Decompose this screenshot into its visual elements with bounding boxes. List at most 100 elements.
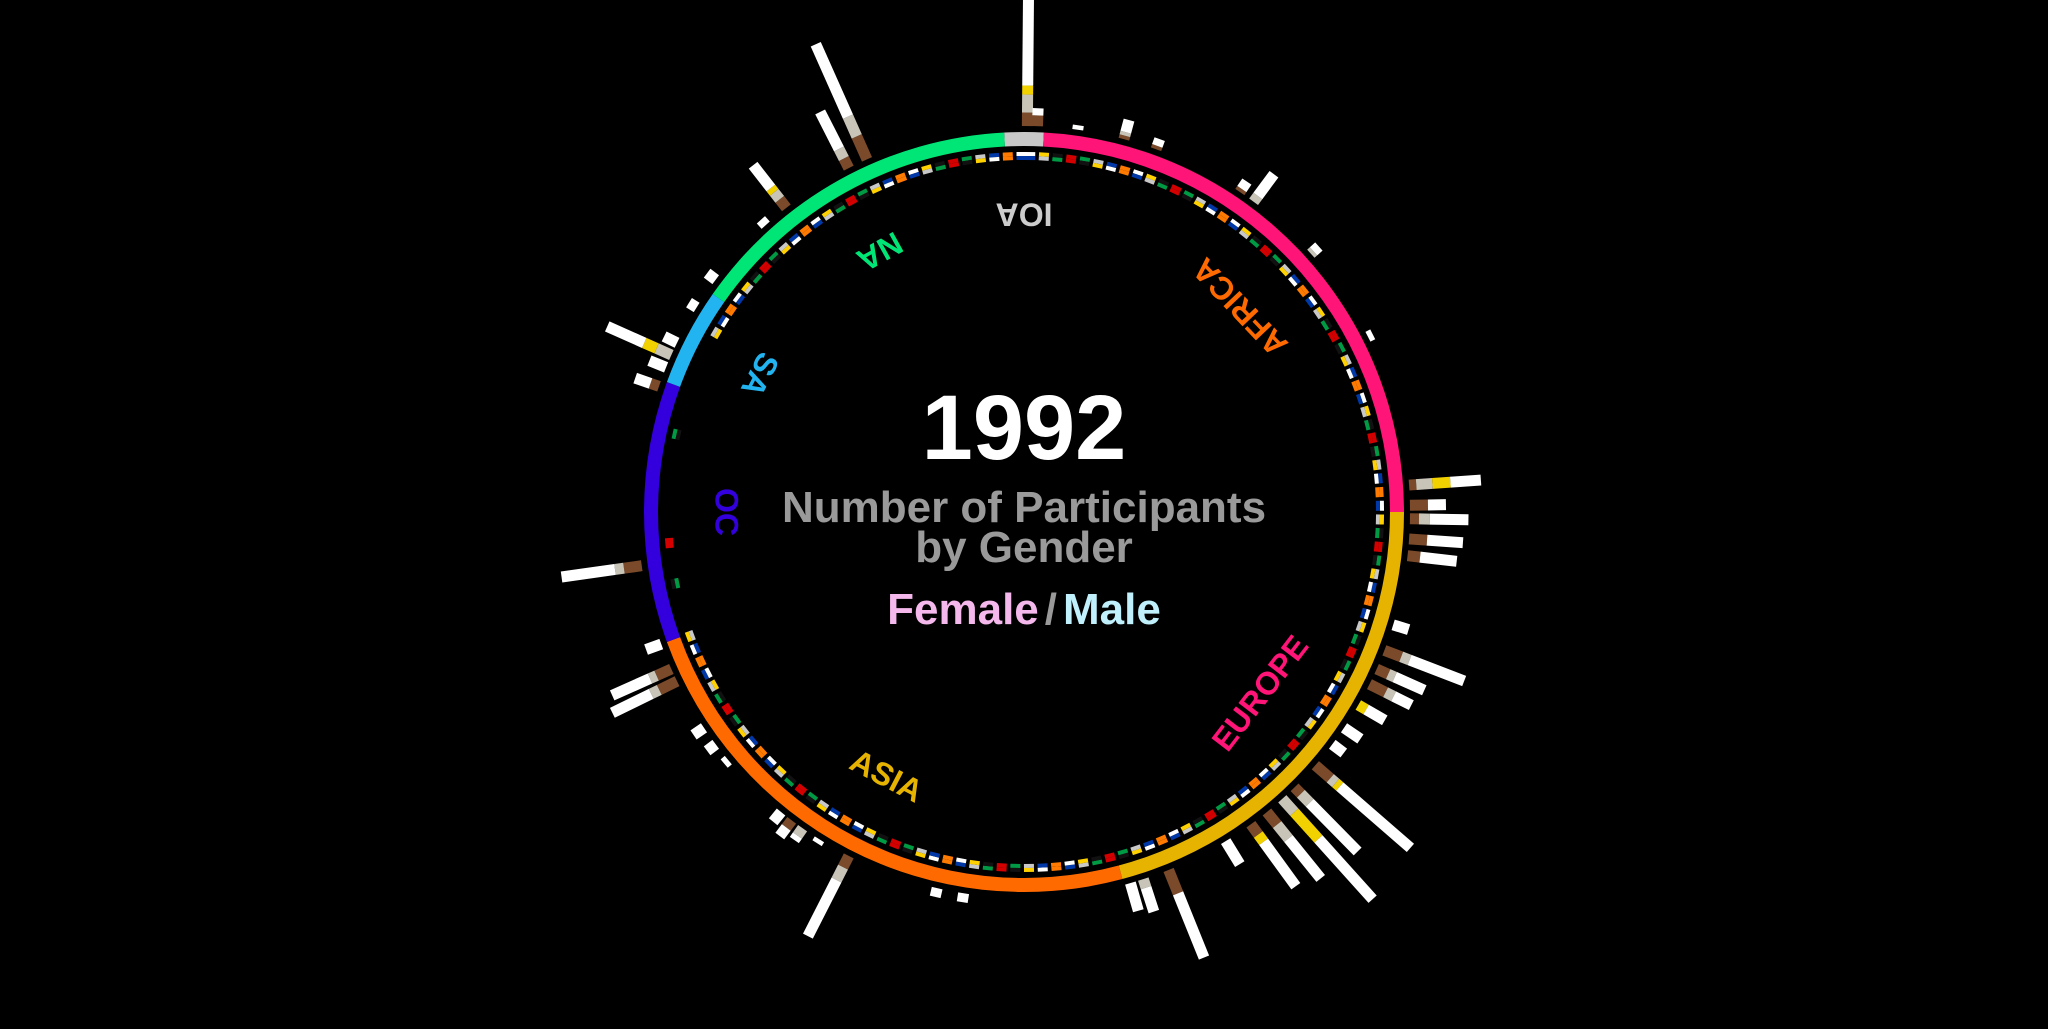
country-flag <box>1052 153 1063 163</box>
region-label-asia: ASIA <box>844 742 928 809</box>
country-flag <box>1305 295 1318 309</box>
country-flag <box>1156 178 1170 190</box>
country-bar <box>748 161 791 212</box>
gender-legend: Female / Male <box>624 588 1424 632</box>
bar-segment-participants <box>1032 108 1044 116</box>
country-flag <box>1023 863 1035 873</box>
bar-segment-participants <box>1022 0 1035 86</box>
country-flag <box>1320 318 1333 331</box>
country-flag <box>1025 151 1036 161</box>
country-flag <box>1226 793 1240 807</box>
country-flag <box>1077 858 1089 868</box>
country-bar <box>1150 137 1165 152</box>
country-flag <box>1118 165 1131 176</box>
country-bar <box>929 886 943 899</box>
legend-separator: / <box>1044 585 1058 634</box>
country-flag <box>1333 670 1346 684</box>
country-flag <box>707 679 720 692</box>
country-flag <box>1278 263 1292 277</box>
country-flag <box>1259 244 1273 258</box>
country-flag <box>1144 173 1157 185</box>
bar-segment-participants <box>703 739 720 756</box>
bar-segment-participants <box>815 109 844 152</box>
country-flag <box>928 851 941 862</box>
country-bar <box>1340 723 1364 744</box>
bar-segment-participants <box>1426 534 1464 549</box>
bar-segment-participants <box>605 321 647 348</box>
bar-segment-participants <box>1427 499 1447 511</box>
bar-segment-participants <box>1253 170 1279 200</box>
country-bar <box>1249 170 1279 205</box>
country-flag <box>1065 154 1077 164</box>
country-bar <box>1355 700 1388 726</box>
country-flag <box>1169 184 1182 196</box>
country-flag <box>1215 801 1229 814</box>
country-flag <box>758 261 772 274</box>
region-label-na: NA <box>851 225 909 279</box>
country-flag <box>996 862 1007 872</box>
country-bar <box>1220 838 1245 868</box>
country-flag <box>889 838 902 850</box>
country-flag <box>799 224 813 237</box>
country-bar <box>1307 242 1323 258</box>
country-flag <box>1326 682 1339 696</box>
bar-segment-bronze <box>851 134 873 162</box>
bar-segment-participants <box>812 836 825 847</box>
country-bar <box>1246 821 1301 890</box>
country-flag <box>1295 727 1309 741</box>
country-bar <box>703 739 720 756</box>
bar-segment-participants <box>1429 513 1469 526</box>
country-flag <box>714 691 727 704</box>
legend-male: Male <box>1063 585 1161 634</box>
country-flag <box>1181 190 1195 202</box>
country-flag <box>1105 161 1118 172</box>
country-flag <box>882 177 895 189</box>
country-flag <box>968 859 980 870</box>
country-bar <box>802 853 854 939</box>
country-flag <box>961 155 973 166</box>
country-flag <box>955 857 967 868</box>
bar-segment-participants <box>748 161 776 192</box>
bar-segment-bronze <box>1031 115 1044 127</box>
country-flag <box>788 233 802 246</box>
subtitle-line: by Gender <box>915 523 1133 572</box>
country-flag <box>745 735 759 749</box>
bar-segment-participants <box>661 331 680 348</box>
bar-segment-participants <box>929 886 943 899</box>
country-flag <box>1288 273 1301 287</box>
country-bar <box>720 755 732 768</box>
country-bar <box>1311 761 1415 853</box>
bar-segment-participants <box>690 723 708 740</box>
bar-segment-participants <box>1365 329 1376 342</box>
region-label-ioa: IOA <box>996 197 1053 233</box>
year-label: 1992 <box>921 377 1127 479</box>
country-flag <box>1339 658 1352 671</box>
country-flag <box>773 765 787 778</box>
country-flag <box>857 188 870 201</box>
country-flag <box>1373 473 1383 484</box>
country-flag <box>1319 694 1332 708</box>
country-flag <box>1238 226 1252 240</box>
country-flag <box>1249 235 1263 248</box>
country-flag <box>737 724 750 738</box>
country-flag <box>732 292 746 306</box>
country-flag <box>915 847 928 859</box>
country-flag <box>845 194 858 207</box>
country-flag <box>778 241 792 255</box>
country-flag <box>689 642 701 655</box>
country-flag <box>700 667 713 680</box>
country-flag <box>1248 776 1262 790</box>
region-label-africa: AFRICA <box>1185 251 1294 363</box>
country-flag <box>1038 152 1050 161</box>
region-arc-ioa <box>1004 132 1044 147</box>
country-flag <box>724 303 738 317</box>
bar-segment-silver <box>1021 94 1034 113</box>
country-flag <box>921 164 933 175</box>
chart-title: Number of Participants by Gender <box>624 486 1424 572</box>
bar-segment-participants <box>703 268 720 285</box>
country-bar <box>768 808 786 826</box>
bar-segment-participants <box>802 877 842 939</box>
country-flag <box>1168 828 1181 841</box>
country-flag <box>1016 151 1027 161</box>
country-flag <box>729 713 742 727</box>
